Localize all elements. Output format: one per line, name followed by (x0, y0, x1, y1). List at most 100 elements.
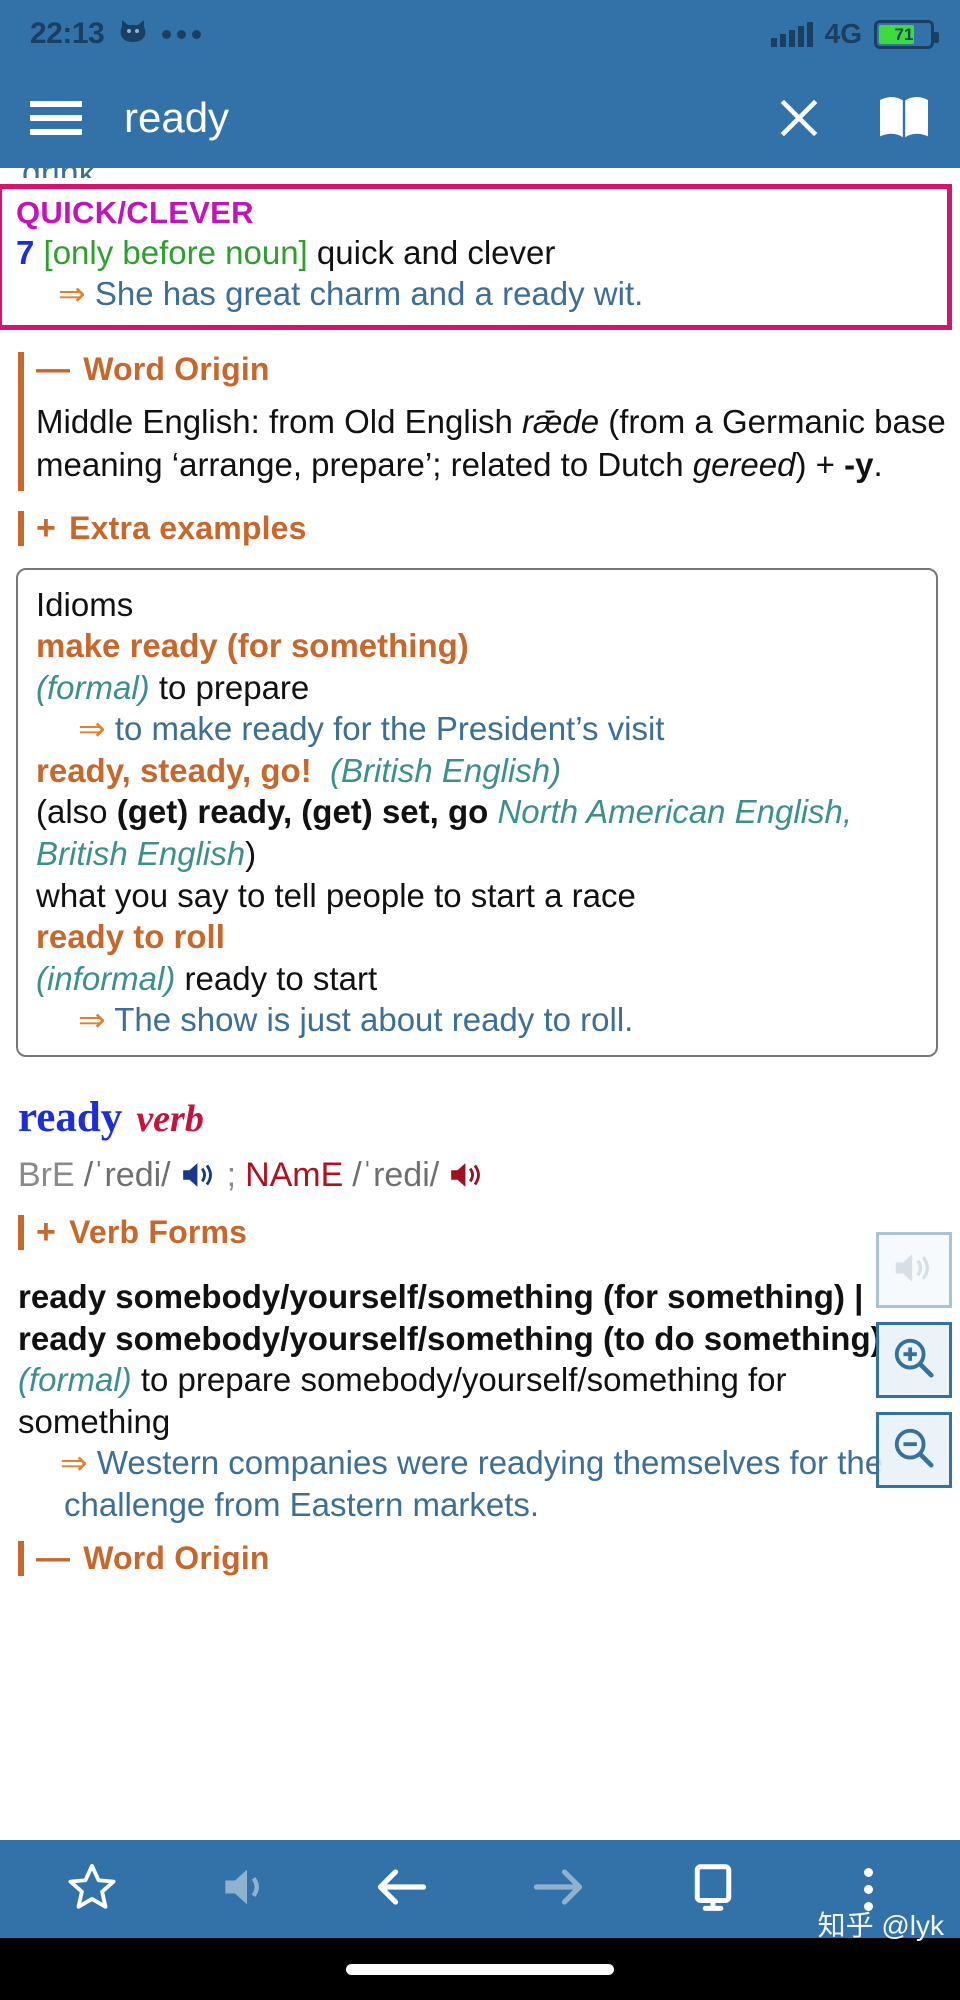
verb-pattern-2: ready somebody/yourself/something (to do… (18, 1319, 882, 1357)
extra-examples-header[interactable]: + Extra examples (36, 509, 960, 548)
sense-example: ⇒ She has great charm and a ready wit. (16, 274, 937, 315)
example-arrow-icon: ⇒ (78, 710, 106, 748)
verb-forms-header[interactable]: + Verb Forms (36, 1213, 960, 1252)
verb-pattern-separator: | (844, 1277, 864, 1315)
expand-toggle-icon[interactable]: + (36, 1213, 56, 1252)
more-dots-icon (162, 29, 202, 39)
idiom-entry: ready, steady, go! (British English) (al… (36, 750, 920, 916)
app-bar: ready (0, 68, 960, 168)
sense-number: 7 (16, 234, 35, 271)
origin-italic-1: rǣde (522, 402, 600, 440)
expand-toggle-icon[interactable]: + (36, 509, 56, 548)
pronounce-button[interactable] (192, 1850, 302, 1928)
verb-definition-block: ready somebody/yourself/something (for s… (18, 1276, 942, 1525)
word-origin-header[interactable]: — Word Origin (36, 1539, 960, 1578)
system-navigation-bar (0, 1938, 960, 2000)
word-origin-title: Word Origin (83, 1540, 270, 1577)
hamburger-menu-icon[interactable] (30, 101, 82, 135)
example-arrow-icon: ⇒ (60, 1444, 88, 1482)
sense-category-label: QUICK/CLEVER (16, 195, 254, 230)
magnifier-minus-icon (891, 1425, 937, 1476)
idiom-definition-line: (informal) ready to start (36, 958, 920, 1000)
word-origin-header[interactable]: — Word Origin (36, 350, 960, 389)
variant-suffix: ) (245, 835, 257, 873)
extra-examples-title: Extra examples (69, 509, 307, 546)
bre-label: BrE (18, 1155, 75, 1194)
signal-bars-icon (770, 21, 813, 47)
display-button[interactable] (658, 1850, 768, 1928)
zoom-in-button[interactable] (876, 1322, 952, 1398)
bottom-toolbar: 知乎 @lyk (0, 1840, 960, 1941)
favourite-button[interactable] (37, 1850, 147, 1928)
word-origin-section-adjective[interactable]: — Word Origin Middle English: from Old E… (0, 350, 960, 493)
floating-side-buttons[interactable] (876, 1232, 952, 1488)
idioms-label: Idioms (36, 585, 134, 623)
example-arrow-icon: ⇒ (58, 274, 86, 312)
variant-prefix: (also (36, 793, 117, 831)
origin-part-3: ) + (795, 445, 845, 483)
idiom-definition: ready to start (175, 959, 378, 997)
magnifier-plus-icon (891, 1335, 937, 1386)
search-query-title[interactable]: ready (110, 94, 746, 142)
pron-separator: ; (226, 1155, 237, 1194)
idiom-example: ⇒ The show is just about ready to roll. (36, 999, 920, 1041)
name-label: NAmE (245, 1155, 344, 1194)
origin-part-1: Middle English: from Old English (36, 402, 523, 440)
origin-bold-suffix: -y (844, 445, 874, 483)
variant-bold: (get) ready, (get) set, go (116, 793, 489, 831)
verb-forms-title: Verb Forms (69, 1213, 248, 1250)
idiom-term: ready to roll (36, 918, 225, 956)
verb-forms-section[interactable]: + Verb Forms (0, 1213, 960, 1252)
highlighted-sense-block[interactable]: QUICK/CLEVER 7 [only before noun] quick … (0, 184, 952, 330)
battery-icon: 71 (874, 19, 939, 49)
speaker-blue-icon[interactable] (180, 1159, 218, 1191)
idiom-entry: ready to roll (informal) ready to start … (36, 916, 920, 1041)
idiom-definition: to prepare (149, 668, 310, 706)
battery-percent-label: 71 (894, 24, 914, 44)
status-time: 22:13 (30, 17, 105, 50)
open-book-icon[interactable] (876, 94, 932, 142)
idiom-definition: what you say to tell people to start a r… (36, 876, 636, 914)
idioms-box[interactable]: Idioms make ready (for something) (forma… (16, 567, 938, 1057)
sense-grammar-label: [only before noun] (43, 234, 308, 271)
origin-italic-2: gereed (692, 445, 796, 483)
headword-text: ready (18, 1093, 123, 1141)
example-text: to make ready for the President’s visit (105, 710, 665, 748)
idiom-register: (informal) (36, 959, 176, 997)
home-gesture-pill[interactable] (346, 1963, 614, 1975)
verb-headword-block: ready verb (18, 1093, 960, 1142)
idiom-term: ready, steady, go! (36, 751, 312, 789)
close-icon[interactable] (774, 93, 824, 143)
word-origin-section-verb[interactable]: — Word Origin (0, 1539, 960, 1578)
sense-definition-row: 7 [only before noun] quick and clever (16, 233, 937, 274)
name-ipa: /ˈredi/ (352, 1155, 440, 1194)
speaker-icon (892, 1249, 936, 1292)
collapse-toggle-icon[interactable]: — (36, 350, 70, 389)
watermark-label: 知乎 @lyk (817, 1910, 944, 1941)
cat-icon (118, 18, 148, 51)
collapse-toggle-icon[interactable]: — (36, 1539, 70, 1578)
word-origin-body: Middle English: from Old English rǣde (f… (36, 389, 960, 493)
idiom-term: make ready (for something) (36, 627, 469, 665)
verb-pattern-1: ready somebody/yourself/something (for s… (18, 1277, 845, 1315)
word-origin-title: Word Origin (83, 350, 270, 387)
speaker-icon (221, 1865, 273, 1914)
bre-ipa: /ˈredi/ (83, 1155, 171, 1194)
speaker-red-icon[interactable] (448, 1159, 486, 1191)
pronunciation-row: BrE /ˈredi/ ; NAmE /ˈredi/ (18, 1156, 960, 1195)
forward-button[interactable] (503, 1850, 613, 1928)
status-bar-right: 4G 71 (770, 18, 939, 50)
idiom-definition-line: (formal) to prepare (36, 667, 920, 709)
verb-definition-text: to prepare somebody/yourself/something f… (18, 1361, 787, 1440)
origin-part-4: . (873, 445, 883, 483)
dictionary-content[interactable]: drink. QUICK/CLEVER 7 [only before noun]… (0, 168, 960, 1840)
phone-screen: 22:13 4G 71 ready drink. Q (0, 0, 960, 2000)
example-text: The show is just about ready to roll. (105, 1001, 634, 1039)
speaker-button[interactable] (876, 1232, 952, 1308)
monitor-icon (686, 1860, 740, 1919)
network-type-label: 4G (824, 18, 862, 49)
extra-examples-section[interactable]: + Extra examples (0, 509, 960, 548)
back-button[interactable] (347, 1850, 457, 1928)
zoom-out-button[interactable] (876, 1412, 952, 1488)
part-of-speech-label: verb (136, 1097, 204, 1140)
